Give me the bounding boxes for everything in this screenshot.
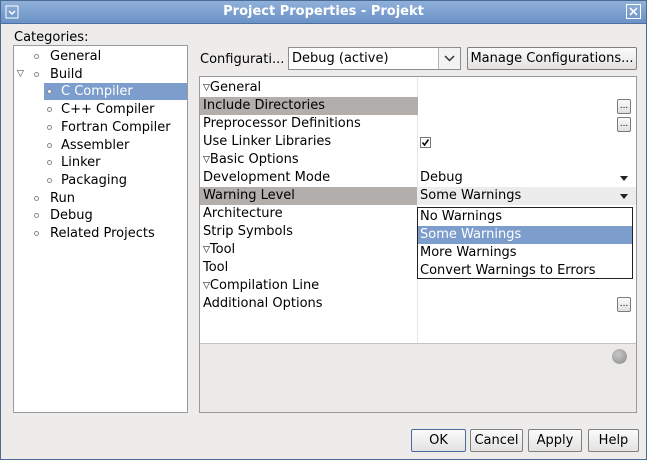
- bullet-icon: [47, 143, 52, 148]
- categories-label: Categories:: [14, 30, 89, 45]
- tree-item-run[interactable]: Run: [14, 190, 187, 207]
- option-no-warnings[interactable]: No Warnings: [418, 208, 632, 226]
- configuration-select[interactable]: Debug (active): [288, 47, 461, 70]
- property-warning-level[interactable]: Warning Level Some Warnings: [200, 187, 636, 205]
- help-indicator-icon[interactable]: [612, 349, 627, 364]
- bullet-icon: [34, 231, 39, 236]
- tree-item-linker[interactable]: Linker: [14, 154, 187, 171]
- tree-item-debug[interactable]: Debug: [14, 207, 187, 224]
- tree-item-cpp-compiler[interactable]: C++ Compiler: [14, 101, 187, 118]
- title-bar[interactable]: Project Properties - Projekt: [1, 1, 646, 24]
- expand-triangle-icon[interactable]: ▽: [17, 70, 24, 79]
- bullet-icon: [47, 89, 52, 94]
- development-mode-dropdown-icon[interactable]: [620, 176, 628, 181]
- project-properties-dialog: Project Properties - Projekt Categories:…: [0, 0, 647, 460]
- bullet-icon: [34, 72, 39, 77]
- bullet-icon: [47, 125, 52, 130]
- warning-level-dropdown-icon[interactable]: [620, 194, 628, 199]
- bullet-icon: [47, 178, 52, 183]
- tree-item-general[interactable]: General: [14, 48, 187, 65]
- configuration-dropdown-button[interactable]: [438, 48, 460, 69]
- preprocessor-definitions-ellipsis-button[interactable]: ...: [617, 117, 631, 132]
- apply-button[interactable]: Apply: [528, 429, 582, 452]
- include-directories-ellipsis-button[interactable]: ...: [617, 99, 631, 114]
- close-button[interactable]: [626, 4, 641, 19]
- manage-configurations-button[interactable]: Manage Configurations...: [467, 47, 637, 70]
- tree-item-assembler[interactable]: Assembler: [14, 137, 187, 154]
- tree-item-fortran-compiler[interactable]: Fortran Compiler: [14, 119, 187, 136]
- category-general[interactable]: ▽General: [200, 79, 636, 97]
- bullet-icon: [47, 107, 52, 112]
- development-mode-value[interactable]: Debug: [420, 169, 463, 187]
- tree-item-c-compiler[interactable]: C Compiler: [14, 83, 187, 100]
- property-preprocessor-definitions[interactable]: Preprocessor Definitions ...: [200, 115, 636, 133]
- collapse-triangle-icon[interactable]: ▽: [203, 155, 210, 165]
- ok-button[interactable]: OK: [411, 429, 466, 452]
- tree-item-build[interactable]: ▽ Build: [14, 66, 187, 83]
- warning-level-dropdown-list[interactable]: No Warnings Some Warnings More Warnings …: [417, 207, 633, 279]
- property-use-linker-libraries[interactable]: Use Linker Libraries: [200, 133, 636, 151]
- collapse-triangle-icon[interactable]: ▽: [203, 83, 210, 93]
- bullet-icon: [34, 54, 39, 59]
- checkmark-icon: [421, 139, 430, 147]
- use-linker-libraries-checkbox[interactable]: [420, 137, 431, 148]
- collapse-triangle-icon[interactable]: ▽: [203, 245, 210, 255]
- bullet-icon: [34, 213, 39, 218]
- option-more-warnings[interactable]: More Warnings: [418, 244, 632, 262]
- collapse-triangle-icon[interactable]: ▽: [203, 281, 210, 291]
- configuration-value: Debug (active): [292, 51, 389, 66]
- additional-options-ellipsis-button[interactable]: ...: [617, 297, 631, 312]
- tree-item-related-projects[interactable]: Related Projects: [14, 225, 187, 242]
- property-development-mode[interactable]: Development Mode Debug: [200, 169, 636, 187]
- property-additional-options[interactable]: Additional Options ...: [200, 295, 636, 313]
- bullet-icon: [34, 196, 39, 201]
- help-button[interactable]: Help: [588, 429, 639, 452]
- bullet-icon: [47, 160, 52, 165]
- warning-level-value[interactable]: Some Warnings: [420, 187, 521, 205]
- tree-item-packaging[interactable]: Packaging: [14, 172, 187, 189]
- categories-tree[interactable]: General ▽ Build C Compiler C++ Compiler …: [13, 45, 188, 413]
- option-some-warnings[interactable]: Some Warnings: [418, 226, 632, 244]
- close-icon: [629, 7, 638, 16]
- chevron-down-icon: [444, 55, 455, 62]
- cancel-button[interactable]: Cancel: [470, 429, 523, 452]
- property-description-area: [200, 343, 636, 412]
- category-basic-options[interactable]: ▽Basic Options: [200, 151, 636, 169]
- configuration-label: Configurati...: [200, 52, 285, 67]
- property-include-directories[interactable]: Include Directories ...: [200, 97, 636, 115]
- window-title: Project Properties - Projekt: [223, 4, 424, 19]
- option-convert-warnings-to-errors[interactable]: Convert Warnings to Errors: [418, 262, 632, 280]
